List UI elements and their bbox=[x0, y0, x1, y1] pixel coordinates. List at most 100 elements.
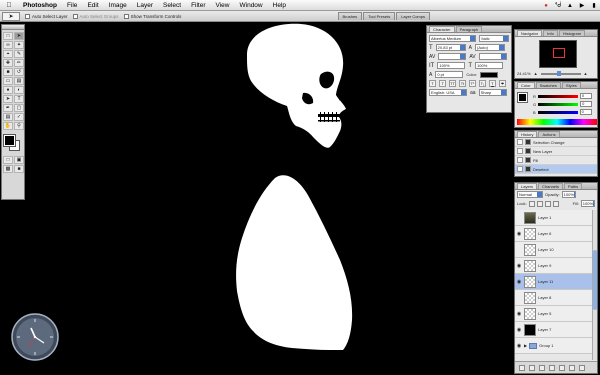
menu-edit[interactable]: Edit bbox=[82, 2, 103, 9]
eye-icon[interactable]: ◉ bbox=[516, 311, 522, 317]
zoom-out-icon[interactable]: ▲ bbox=[534, 71, 538, 76]
menu-view[interactable]: View bbox=[211, 2, 235, 9]
menu-filter[interactable]: Filter bbox=[186, 2, 210, 9]
tab-histogram[interactable]: Histogram bbox=[558, 30, 586, 36]
blue-slider[interactable] bbox=[537, 110, 578, 114]
clone-stamp-tool-icon[interactable]: ■ bbox=[3, 68, 13, 76]
hand-tool-icon[interactable]: ✋ bbox=[3, 122, 13, 130]
lock-image-icon[interactable] bbox=[536, 200, 543, 207]
well-tab-layer-comps[interactable]: Layer Comps bbox=[396, 12, 430, 20]
tab-swatches[interactable]: Swatches bbox=[535, 82, 561, 88]
color-spectrum-bar[interactable] bbox=[517, 119, 597, 125]
faux-italic-button[interactable]: T bbox=[439, 80, 446, 87]
kerning-field[interactable] bbox=[438, 53, 467, 60]
blur-tool-icon[interactable]: ● bbox=[3, 86, 13, 94]
horizontal-scale-field[interactable]: 100% bbox=[475, 62, 504, 69]
eye-icon[interactable]: ◉ bbox=[516, 343, 522, 349]
link-icon[interactable] bbox=[519, 364, 525, 371]
visibility-toggle[interactable] bbox=[516, 247, 522, 253]
font-style-select[interactable]: Italic bbox=[479, 35, 509, 42]
new-layer-icon[interactable] bbox=[569, 364, 575, 371]
faux-bold-button[interactable]: T bbox=[429, 80, 436, 87]
layer-row[interactable]: ◉ Layer 5 bbox=[515, 306, 597, 322]
history-source-box[interactable] bbox=[517, 166, 523, 172]
green-value-field[interactable]: 0 bbox=[580, 101, 593, 107]
tab-color[interactable]: Color bbox=[517, 82, 535, 88]
tab-paragraph[interactable]: Paragraph bbox=[455, 26, 483, 32]
color-palette-foreground-swatch[interactable] bbox=[517, 92, 528, 103]
bluetooth-icon[interactable]: ᖂ bbox=[554, 2, 562, 10]
font-family-select[interactable]: Albertus Medium bbox=[429, 35, 477, 42]
menu-window[interactable]: Window bbox=[235, 2, 268, 9]
eyedropper-tool-icon[interactable]: ✓ bbox=[14, 113, 24, 121]
zoom-slider-knob[interactable] bbox=[556, 70, 561, 76]
navigator-view-box[interactable] bbox=[553, 48, 565, 58]
gradient-tool-icon[interactable]: ▤ bbox=[14, 77, 24, 85]
antialias-select[interactable]: Sharp bbox=[478, 89, 507, 96]
small-caps-button[interactable]: Tt bbox=[459, 80, 466, 87]
eye-icon[interactable]: ◉ bbox=[516, 263, 522, 269]
brush-tool-icon[interactable]: ✏ bbox=[14, 59, 24, 67]
tracking-field[interactable] bbox=[478, 53, 507, 60]
lock-all-icon[interactable] bbox=[552, 200, 559, 207]
tab-paths[interactable]: Paths bbox=[563, 183, 583, 189]
eye-icon[interactable]: ◉ bbox=[516, 279, 522, 285]
auto-select-layer-checkbox[interactable] bbox=[25, 13, 30, 19]
tool-preset-picker[interactable]: ➤ bbox=[2, 11, 20, 21]
show-transform-controls-checkbox[interactable] bbox=[123, 13, 129, 19]
subscript-button[interactable]: T₁ bbox=[479, 80, 486, 87]
pen-tool-icon[interactable]: ✒ bbox=[3, 104, 13, 112]
layer-row-selected[interactable]: ◉ Layer 11 bbox=[515, 274, 597, 290]
strikethrough-button[interactable]: T bbox=[499, 80, 506, 87]
tab-character[interactable]: Character bbox=[429, 26, 455, 32]
history-source-box[interactable] bbox=[517, 157, 523, 163]
crop-tool-icon[interactable]: ⌖ bbox=[3, 50, 13, 58]
layer-row[interactable]: ◉ Layer 9 bbox=[515, 258, 597, 274]
new-group-icon[interactable] bbox=[559, 364, 565, 371]
navigator-preview[interactable] bbox=[539, 40, 577, 68]
layer-row[interactable]: ◉ Layer 7 bbox=[515, 322, 597, 338]
flash-drive-icon[interactable]: ● bbox=[542, 2, 550, 10]
fill-field[interactable]: 100% bbox=[580, 200, 595, 207]
eraser-tool-icon[interactable]: ▭ bbox=[3, 77, 13, 85]
shape-tool-icon[interactable]: ▢ bbox=[14, 104, 24, 112]
menu-image[interactable]: Image bbox=[104, 2, 132, 9]
standard-mode-icon[interactable]: □ bbox=[3, 156, 13, 164]
menu-select[interactable]: Select bbox=[158, 2, 186, 9]
baseline-shift-field[interactable]: 0 pt bbox=[435, 71, 464, 78]
path-selection-tool-icon[interactable]: ➤ bbox=[3, 95, 13, 103]
text-color-swatch[interactable] bbox=[480, 71, 499, 78]
zoom-in-icon[interactable]: ▲ bbox=[584, 71, 588, 76]
visibility-toggle[interactable] bbox=[516, 215, 522, 221]
red-slider[interactable] bbox=[537, 94, 578, 98]
battery-icon[interactable]: ▮ bbox=[590, 2, 598, 10]
menu-photoshop[interactable]: Photoshop bbox=[18, 2, 62, 9]
menu-help[interactable]: Help bbox=[268, 2, 291, 9]
history-source-box[interactable] bbox=[517, 148, 523, 154]
eye-icon[interactable]: ◉ bbox=[516, 327, 522, 333]
well-tab-brushes[interactable]: Brushes bbox=[337, 12, 363, 20]
dodge-tool-icon[interactable]: ◐ bbox=[14, 86, 24, 94]
visibility-toggle[interactable] bbox=[516, 295, 522, 301]
slice-tool-icon[interactable]: ✎ bbox=[14, 50, 24, 58]
trash-icon[interactable] bbox=[579, 364, 585, 371]
red-value-field[interactable]: 0 bbox=[579, 93, 592, 99]
layer-group-row[interactable]: ◉ ▶ Group 1 bbox=[515, 338, 597, 354]
eye-icon[interactable]: ◉ bbox=[516, 231, 522, 237]
history-source-box[interactable] bbox=[517, 139, 523, 145]
blend-mode-select[interactable]: Normal bbox=[517, 191, 543, 198]
opacity-field[interactable]: 100% bbox=[561, 191, 576, 198]
zoom-value[interactable]: 24.41% bbox=[517, 71, 531, 76]
apple-icon[interactable]:  bbox=[0, 2, 18, 9]
underline-button[interactable]: T bbox=[489, 80, 496, 87]
layer-row[interactable]: Layer 10 bbox=[515, 242, 597, 258]
blue-value-field[interactable]: 0 bbox=[579, 109, 592, 115]
screen-mode-icon[interactable]: ▩ bbox=[3, 165, 13, 173]
adjustment-layer-icon[interactable] bbox=[549, 364, 555, 371]
history-brush-tool-icon[interactable]: ↺ bbox=[14, 68, 24, 76]
well-tab-tool-presets[interactable]: Tool Presets bbox=[363, 12, 396, 20]
zoom-slider[interactable] bbox=[540, 70, 581, 76]
history-item-selected[interactable]: Deselect bbox=[515, 165, 597, 174]
history-item[interactable]: Selection Change bbox=[515, 138, 597, 147]
tab-history[interactable]: History bbox=[517, 131, 538, 137]
